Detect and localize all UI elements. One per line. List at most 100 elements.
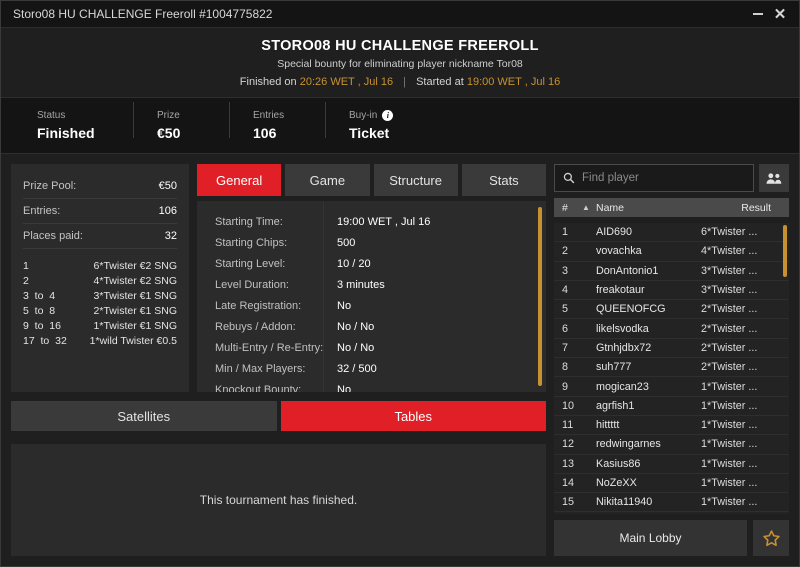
table-row[interactable]: 3 DonAntonio1 3*Twister ...: [554, 262, 789, 281]
payout-prize: 3*Twister €1 SNG: [93, 289, 177, 302]
table-row[interactable]: 6 likelsvodka 2*Twister ...: [554, 319, 789, 339]
star-icon: [762, 529, 780, 546]
tab-game[interactable]: Game: [285, 164, 370, 196]
detail-value: No / No: [337, 320, 375, 333]
tab-general[interactable]: General: [197, 164, 282, 196]
player-result: 1*Twister ...: [701, 399, 758, 412]
player-result: 2*Twister ...: [701, 322, 758, 335]
table-row[interactable]: 5 QUEENOFCG 2*Twister ...: [554, 300, 789, 320]
entries-value: 106: [158, 205, 177, 217]
column-header-result[interactable]: Result: [709, 202, 781, 214]
stat-buyin-label-text: Buy-in: [349, 110, 378, 121]
minimize-button[interactable]: [747, 4, 769, 24]
table-row[interactable]: 8 suh777 2*Twister ...: [554, 358, 789, 378]
stat-status-value: Finished: [37, 125, 95, 141]
table-row[interactable]: 11 hittttt 1*Twister ...: [554, 416, 789, 436]
table-row[interactable]: 9 mogican23 1*Twister ...: [554, 377, 789, 397]
detail-scrollbar[interactable]: [538, 207, 542, 386]
player-name: likelsvodka: [596, 322, 649, 335]
left-column: Prize Pool: €50 Entries: 106 Places paid…: [11, 164, 546, 556]
prize-pool-value: €50: [158, 180, 177, 192]
column-header-num[interactable]: #: [562, 202, 582, 214]
people-icon: [766, 172, 782, 184]
stats-strip: Status Finished Prize €50 Entries 106 Bu…: [1, 98, 799, 154]
table-row[interactable]: 13 Kasius86 1*Twister ...: [554, 455, 789, 474]
table-row[interactable]: 2 vovachka 4*Twister ...: [554, 242, 789, 262]
player-rank: 12: [562, 438, 575, 451]
table-row[interactable]: 10 agrfish1 1*Twister ...: [554, 397, 789, 416]
tab-satellites[interactable]: Satellites: [11, 401, 277, 431]
search-input[interactable]: [582, 172, 745, 184]
detail-row: Starting Level: 10 / 20: [197, 253, 546, 274]
stat-status-label: Status: [37, 110, 66, 121]
table-row[interactable]: 15 Nikita11940 1*Twister ...: [554, 493, 789, 513]
player-result: 1*Twister ...: [701, 380, 758, 393]
table-row[interactable]: 4 freakotaur 3*Twister ...: [554, 281, 789, 301]
entries-label: Entries:: [23, 205, 61, 217]
player-name: Kasius86: [596, 457, 641, 470]
player-rank: 3: [562, 264, 569, 277]
payout-row: 5 to 8 2*Twister €1 SNG: [23, 303, 177, 318]
stat-buyin: Buy-in i Ticket: [325, 102, 421, 141]
player-result: 4*Twister ...: [701, 245, 758, 258]
tab-structure[interactable]: Structure: [373, 164, 458, 196]
detail-value: 32 / 500: [337, 362, 377, 375]
payout-place: 1: [23, 259, 29, 272]
player-list-scrollbar[interactable]: [783, 225, 787, 277]
detail-row: Multi-Entry / Re-Entry: No / No: [197, 337, 546, 358]
footer-row: Main Lobby: [554, 520, 789, 556]
detail-row: Late Registration: No: [197, 295, 546, 316]
player-name: NoZeXX: [596, 477, 637, 489]
sub-tabs: Satellites Tables: [11, 401, 546, 431]
search-icon: [563, 172, 575, 184]
player-result: 1*Twister ...: [701, 477, 758, 489]
favorite-button[interactable]: [753, 520, 789, 556]
detail-key: Starting Time:: [215, 215, 283, 228]
detail-row: Starting Time: 19:00 WET , Jul 16: [197, 211, 546, 232]
player-result: 6*Twister ...: [701, 226, 758, 239]
search-box[interactable]: [554, 164, 754, 192]
finished-time: 20:26 WET , Jul 16: [299, 76, 394, 88]
entries-row: Entries: 106: [23, 199, 177, 224]
players-toggle-button[interactable]: [759, 164, 789, 192]
player-list[interactable]: 1 AID690 6*Twister ... 2 vovachka 4*Twis…: [554, 223, 789, 514]
stat-status: Status Finished: [37, 110, 133, 141]
table-row[interactable]: 1 AID690 6*Twister ...: [554, 223, 789, 243]
column-header-name[interactable]: Name: [596, 202, 709, 214]
finished-message: This tournament has finished.: [199, 493, 358, 507]
detail-row: Starting Chips: 500: [197, 232, 546, 253]
player-result: 3*Twister ...: [701, 284, 758, 297]
payout-row: 2 4*Twister €2 SNG: [23, 273, 177, 288]
prize-pool-label: Prize Pool:: [23, 180, 77, 192]
started-time: 19:00 WET , Jul 16: [466, 76, 561, 88]
places-paid-label: Places paid:: [23, 230, 83, 242]
player-rank: 6: [562, 322, 569, 335]
payout-place: 3 to 4: [23, 289, 56, 302]
tab-stats[interactable]: Stats: [461, 164, 546, 196]
player-name: Nikita11940: [596, 496, 653, 509]
payout-place: 9 to 16: [23, 319, 61, 332]
detail-key: Rebuys / Addon:: [215, 320, 296, 333]
table-row[interactable]: 7 Gtnhjdbx72 2*Twister ...: [554, 339, 789, 359]
info-icon[interactable]: i: [382, 110, 394, 121]
detail-key: Level Duration:: [215, 278, 289, 291]
table-row[interactable]: 12 redwingarnes 1*Twister ...: [554, 435, 789, 455]
player-rank: 15: [562, 496, 575, 509]
tables-content: This tournament has finished.: [11, 444, 546, 556]
player-rank: 5: [562, 303, 569, 316]
payout-row: 1 6*Twister €2 SNG: [23, 258, 177, 273]
table-row[interactable]: 14 NoZeXX 1*Twister ...: [554, 474, 789, 494]
player-table-header: # ▲ Name Result: [554, 198, 789, 217]
player-name: DonAntonio1: [596, 264, 659, 277]
player-rank: 13: [562, 457, 575, 470]
close-button[interactable]: ✕: [769, 4, 791, 24]
sort-ascending-icon[interactable]: ▲: [582, 203, 596, 212]
tab-tables[interactable]: Tables: [280, 401, 546, 431]
player-name: hittttt: [596, 419, 620, 432]
payout-prize: 1*wild Twister €0.5: [89, 334, 177, 347]
main-lobby-button[interactable]: Main Lobby: [554, 520, 747, 556]
detail-value: 3 minutes: [337, 278, 385, 291]
payout-place: 17 to 32: [23, 334, 67, 347]
tournament-times: Finished on 20:26 WET , Jul 16 | Started…: [1, 76, 799, 88]
player-name: redwingarnes: [596, 438, 661, 451]
